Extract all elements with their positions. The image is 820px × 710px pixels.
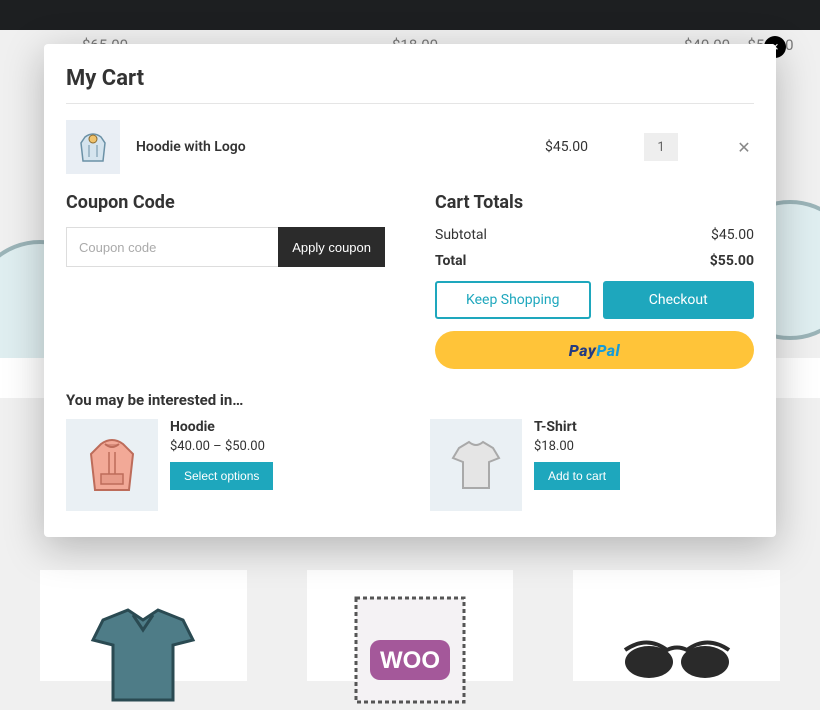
cart-item-thumb[interactable] xyxy=(66,120,120,174)
hoodie-logo-icon xyxy=(73,127,113,167)
apply-coupon-button[interactable]: Apply coupon xyxy=(278,227,385,267)
divider xyxy=(66,103,754,104)
keep-shopping-button[interactable]: Keep Shopping xyxy=(435,281,591,319)
paypal-pal-text: Pal xyxy=(596,341,620,360)
recommendation-thumb[interactable] xyxy=(430,419,522,511)
tshirt-icon xyxy=(441,430,511,500)
coupon-heading: Coupon Code xyxy=(66,192,385,213)
subtotal-row: Subtotal $45.00 xyxy=(435,227,754,243)
recommendation-name[interactable]: T-Shirt xyxy=(534,419,620,435)
total-row: Total $55.00 xyxy=(435,253,754,269)
paypal-pay-text: Pay xyxy=(569,341,597,360)
hoodie-icon xyxy=(77,430,147,500)
select-options-button[interactable]: Select options xyxy=(170,462,273,490)
cart-item-row: Hoodie with Logo $45.00 1 ✕ xyxy=(66,120,754,174)
recommendation-item: T-Shirt $18.00 Add to cart xyxy=(430,419,754,511)
cart-item-price: $45.00 xyxy=(528,139,588,155)
paypal-button[interactable]: PayPal xyxy=(435,331,754,369)
remove-icon: ✕ xyxy=(737,138,750,157)
total-value: $55.00 xyxy=(710,253,754,269)
cart-item-qty-input[interactable]: 1 xyxy=(644,133,678,161)
recommendation-thumb[interactable] xyxy=(66,419,158,511)
recommendation-name[interactable]: Hoodie xyxy=(170,419,273,435)
remove-item-button[interactable]: ✕ xyxy=(734,138,754,157)
recommendation-price: $18.00 xyxy=(534,439,620,454)
coupon-code-input[interactable] xyxy=(66,227,278,267)
checkout-button[interactable]: Checkout xyxy=(603,281,755,319)
subtotal-label: Subtotal xyxy=(435,227,487,243)
cart-modal: My Cart Hoodie with Logo $45.00 1 ✕ Coup… xyxy=(44,44,776,537)
interest-heading: You may be interested in… xyxy=(66,391,754,409)
recommendation-item: Hoodie $40.00 – $50.00 Select options xyxy=(66,419,390,511)
cart-item-name[interactable]: Hoodie with Logo xyxy=(136,139,512,155)
subtotal-value: $45.00 xyxy=(711,227,754,243)
cart-totals-heading: Cart Totals xyxy=(435,192,754,213)
add-to-cart-button[interactable]: Add to cart xyxy=(534,462,620,490)
recommendation-price: $40.00 – $50.00 xyxy=(170,439,273,454)
cart-title: My Cart xyxy=(66,66,754,91)
total-label: Total xyxy=(435,253,466,269)
modal-overlay: × My Cart Hoodie with Logo $45.00 1 ✕ Co… xyxy=(0,0,820,681)
